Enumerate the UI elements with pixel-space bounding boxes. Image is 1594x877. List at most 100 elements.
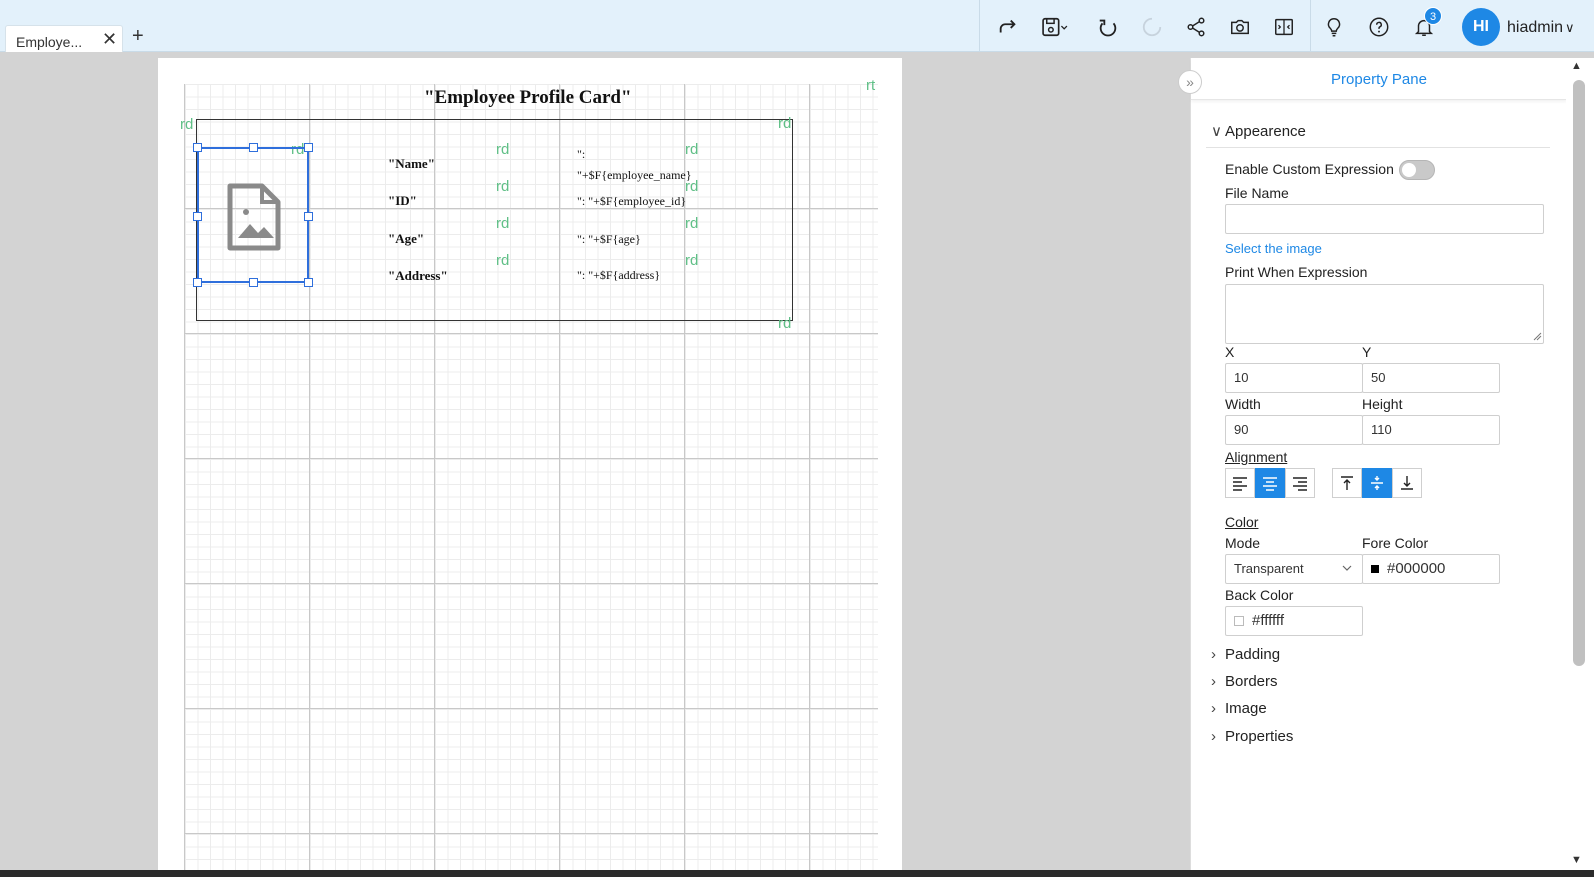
align-center-icon	[1263, 477, 1277, 491]
preview-icon[interactable]	[1226, 13, 1254, 41]
field-value-address[interactable]: ": "+$F{address}	[577, 268, 660, 283]
back-color-field[interactable]: #ffffff	[1225, 606, 1363, 636]
print-when-expression-label: Print When Expression	[1225, 264, 1368, 280]
enable-custom-expression-toggle[interactable]	[1399, 160, 1435, 180]
pane-scrollbar[interactable]: ▲ ▼	[1566, 58, 1594, 870]
marker-rd: rd	[496, 141, 510, 158]
section-properties[interactable]: › Properties	[1211, 728, 1293, 745]
lightbulb-icon[interactable]	[1320, 13, 1348, 41]
share-icon[interactable]	[1182, 13, 1210, 41]
field-value-id[interactable]: ": "+$F{employee_id}	[577, 194, 686, 209]
file-name-field[interactable]	[1225, 204, 1544, 234]
width-field[interactable]: 90	[1225, 415, 1363, 445]
canvas-left-margin	[0, 58, 158, 870]
mode-select[interactable]: Transparent	[1225, 554, 1363, 584]
loading-icon	[1138, 13, 1166, 41]
file-name-label: File Name	[1225, 185, 1289, 201]
align-middle-icon	[1371, 476, 1383, 490]
close-icon[interactable]: ✕	[102, 30, 117, 48]
section-appearance-label: Appearence	[1225, 123, 1306, 140]
avatar[interactable]: HI	[1462, 8, 1500, 46]
field-value-name-line2[interactable]: "+$F{employee_name}	[577, 168, 692, 183]
align-bottom-icon	[1401, 476, 1413, 490]
tab-employee-profile[interactable]: Employe... ✕	[5, 25, 123, 52]
resize-handle-sw[interactable]	[193, 278, 202, 287]
align-left-icon	[1233, 477, 1247, 491]
field-label-age[interactable]: "Age"	[388, 231, 424, 247]
align-center-button[interactable]	[1255, 468, 1285, 498]
align-top-icon	[1341, 476, 1353, 490]
section-appearance[interactable]: ∨ Appearence	[1211, 122, 1306, 140]
chevron-right-icon: ›	[1211, 700, 1216, 717]
alignment-label: Alignment	[1225, 449, 1288, 465]
field-label-address[interactable]: "Address"	[388, 268, 448, 284]
toolbar	[979, 0, 980, 52]
x-field[interactable]: 10	[1225, 363, 1363, 393]
plus-icon[interactable]: +	[132, 26, 144, 46]
scroll-up-icon[interactable]: ▲	[1571, 60, 1582, 72]
field-value-name-line1[interactable]: ":	[577, 147, 585, 162]
height-label: Height	[1362, 396, 1403, 412]
fore-color-value: #000000	[1387, 560, 1446, 577]
align-bottom-button[interactable]	[1392, 468, 1422, 498]
resize-handle-n[interactable]	[249, 143, 258, 152]
scroll-down-icon[interactable]: ▼	[1571, 854, 1582, 866]
field-label-name[interactable]: "Name"	[388, 156, 435, 172]
tab-label: Employe...	[16, 34, 83, 50]
resize-handle-nw[interactable]	[193, 143, 202, 152]
print-when-expression-field[interactable]	[1225, 284, 1544, 344]
marker-rd: rd	[180, 116, 194, 133]
back-color-label: Back Color	[1225, 587, 1294, 603]
chevron-down-icon	[1342, 565, 1352, 571]
align-right-button[interactable]	[1285, 468, 1315, 498]
canvas-right-margin	[902, 58, 1190, 870]
scroll-thumb[interactable]	[1573, 80, 1585, 666]
marker-rd: rd	[685, 252, 699, 269]
resize-grip-icon[interactable]	[1532, 331, 1542, 341]
resize-handle-w[interactable]	[193, 212, 202, 221]
width-label: Width	[1225, 396, 1261, 412]
user-name-label: hiadmin	[1507, 19, 1564, 36]
resize-handle-s[interactable]	[249, 278, 258, 287]
resize-handle-ne[interactable]	[304, 143, 313, 152]
section-padding[interactable]: › Padding	[1211, 646, 1280, 663]
field-value-age[interactable]: ": "+$F{age}	[577, 232, 641, 247]
layout-icon[interactable]	[1270, 13, 1298, 41]
y-field[interactable]: 50	[1362, 363, 1500, 393]
fore-color-label: Fore Color	[1362, 535, 1429, 551]
redo-icon[interactable]	[994, 13, 1022, 41]
marker-rd: rd	[778, 115, 792, 132]
help-icon[interactable]	[1365, 13, 1393, 41]
notification-badge: 3	[1424, 7, 1442, 25]
bottom-bar	[0, 870, 1594, 877]
select-image-link[interactable]: Select the image	[1225, 241, 1322, 256]
pane-header: Property Pane	[1191, 58, 1567, 100]
fore-color-field[interactable]: #000000	[1362, 554, 1500, 584]
section-borders-label: Borders	[1225, 673, 1278, 690]
user-menu[interactable]: hiadmin ∨	[1507, 19, 1575, 37]
selected-image-element[interactable]	[193, 143, 313, 287]
y-label: Y	[1362, 344, 1372, 360]
align-left-button[interactable]	[1225, 468, 1255, 498]
divider	[1206, 147, 1550, 148]
toolbar-divider	[1310, 0, 1311, 52]
toggle-knob	[1402, 163, 1416, 177]
height-field[interactable]: 110	[1362, 415, 1500, 445]
refresh-icon[interactable]	[1094, 13, 1122, 41]
align-right-icon	[1293, 477, 1307, 491]
resize-handle-se[interactable]	[304, 278, 313, 287]
save-icon[interactable]	[1037, 13, 1073, 41]
section-image-label: Image	[1225, 700, 1267, 717]
chevron-right-icon: ›	[1211, 728, 1216, 745]
align-top-button[interactable]	[1332, 468, 1362, 498]
report-title[interactable]: "Employee Profile Card"	[424, 87, 632, 109]
marker-rd: rd	[778, 315, 792, 332]
top-bar: Employe... ✕ + 3 HI hiadmin ∨	[0, 0, 1594, 52]
field-label-id[interactable]: "ID"	[388, 193, 417, 209]
align-middle-button[interactable]	[1362, 468, 1392, 498]
double-chevron-right-icon[interactable]: »	[1178, 70, 1202, 94]
resize-handle-e[interactable]	[304, 212, 313, 221]
section-borders[interactable]: › Borders	[1211, 673, 1278, 690]
x-label: X	[1225, 344, 1235, 360]
section-image[interactable]: › Image	[1211, 700, 1267, 717]
